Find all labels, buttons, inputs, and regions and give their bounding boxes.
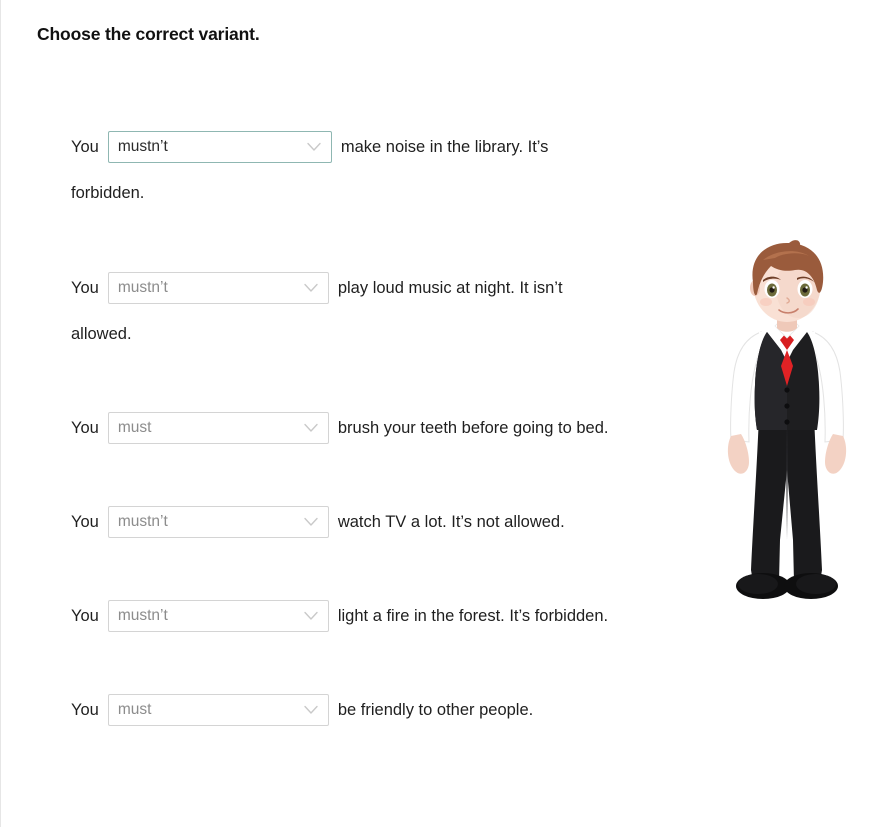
modal-verb-select-3[interactable]: must (107, 412, 329, 444)
exercise-sentence: You mustn’t play loud music at night. It i… (71, 272, 731, 304)
sentence-tail: be friendly to other people. (337, 700, 534, 719)
exercise-sentence: You mustn’t make noise in the library. It’… (71, 131, 731, 163)
sentence-lead: You (71, 700, 99, 719)
select-value: mustn’t (117, 138, 168, 156)
exercise-row: You must brush your teeth before going to … (71, 412, 731, 444)
chevron-down-icon (304, 283, 318, 293)
exercise-sentence: You must brush your teeth before going to … (71, 412, 731, 444)
modal-verb-select-5[interactable]: mustn’t (107, 600, 329, 632)
chevron-down-icon (304, 423, 318, 433)
modal-verb-select-2[interactable]: mustn’t (107, 272, 329, 304)
sentence-lead: You (71, 137, 99, 156)
exercise-sentence: You mustn’t watch TV a lot. It’s not allow… (71, 506, 731, 538)
sentence-lead: You (71, 512, 99, 531)
exercise-row: You must be friendly to other people. (71, 694, 731, 726)
exercise-row: You mustn’t watch TV a lot. It’s not allow… (71, 506, 731, 538)
select-value: mustn’t (117, 607, 168, 625)
chevron-down-icon (304, 611, 318, 621)
exercise-sentence: You must be friendly to other people. (71, 694, 731, 726)
sentence-tail: play loud music at night. It isn’t (337, 278, 563, 297)
exercise-sentence: You mustn’t light a fire in the forest. It… (71, 600, 731, 632)
chevron-down-icon (307, 142, 321, 152)
page-title: Choose the correct variant. (37, 24, 260, 44)
character-illustration (701, 240, 876, 610)
sentence-lead: You (71, 418, 99, 437)
modal-verb-select-1[interactable]: mustn’t (107, 131, 332, 163)
select-value: mustn’t (117, 513, 168, 531)
chevron-down-icon (304, 517, 318, 527)
sentence-tail: light a fire in the forest. It’s forbidd… (337, 606, 609, 625)
select-value: must (117, 419, 152, 437)
sentence-wrap: allowed. (71, 325, 132, 343)
chevron-down-icon (304, 705, 318, 715)
exercise-row: You mustn’t light a fire in the forest. It… (71, 600, 731, 632)
sentence-tail: brush your teeth before going to bed. (337, 418, 609, 437)
select-value: mustn’t (117, 279, 168, 297)
sentence-lead: You (71, 278, 99, 297)
modal-verb-select-6[interactable]: must (107, 694, 329, 726)
modal-verb-select-4[interactable]: mustn’t (107, 506, 329, 538)
page-canvas: Choose the correct variant. You mustn’t ma… (0, 0, 885, 827)
exercise-row: You mustn’t play loud music at night. It i… (71, 272, 731, 343)
exercise-row: You mustn’t make noise in the library. It’… (71, 131, 731, 202)
sentence-lead: You (71, 606, 99, 625)
sentence-tail: make noise in the library. It’s (340, 137, 549, 156)
sentence-wrap: forbidden. (71, 184, 145, 202)
select-value: must (117, 701, 152, 719)
sentence-tail: watch TV a lot. It’s not allowed. (337, 512, 565, 531)
